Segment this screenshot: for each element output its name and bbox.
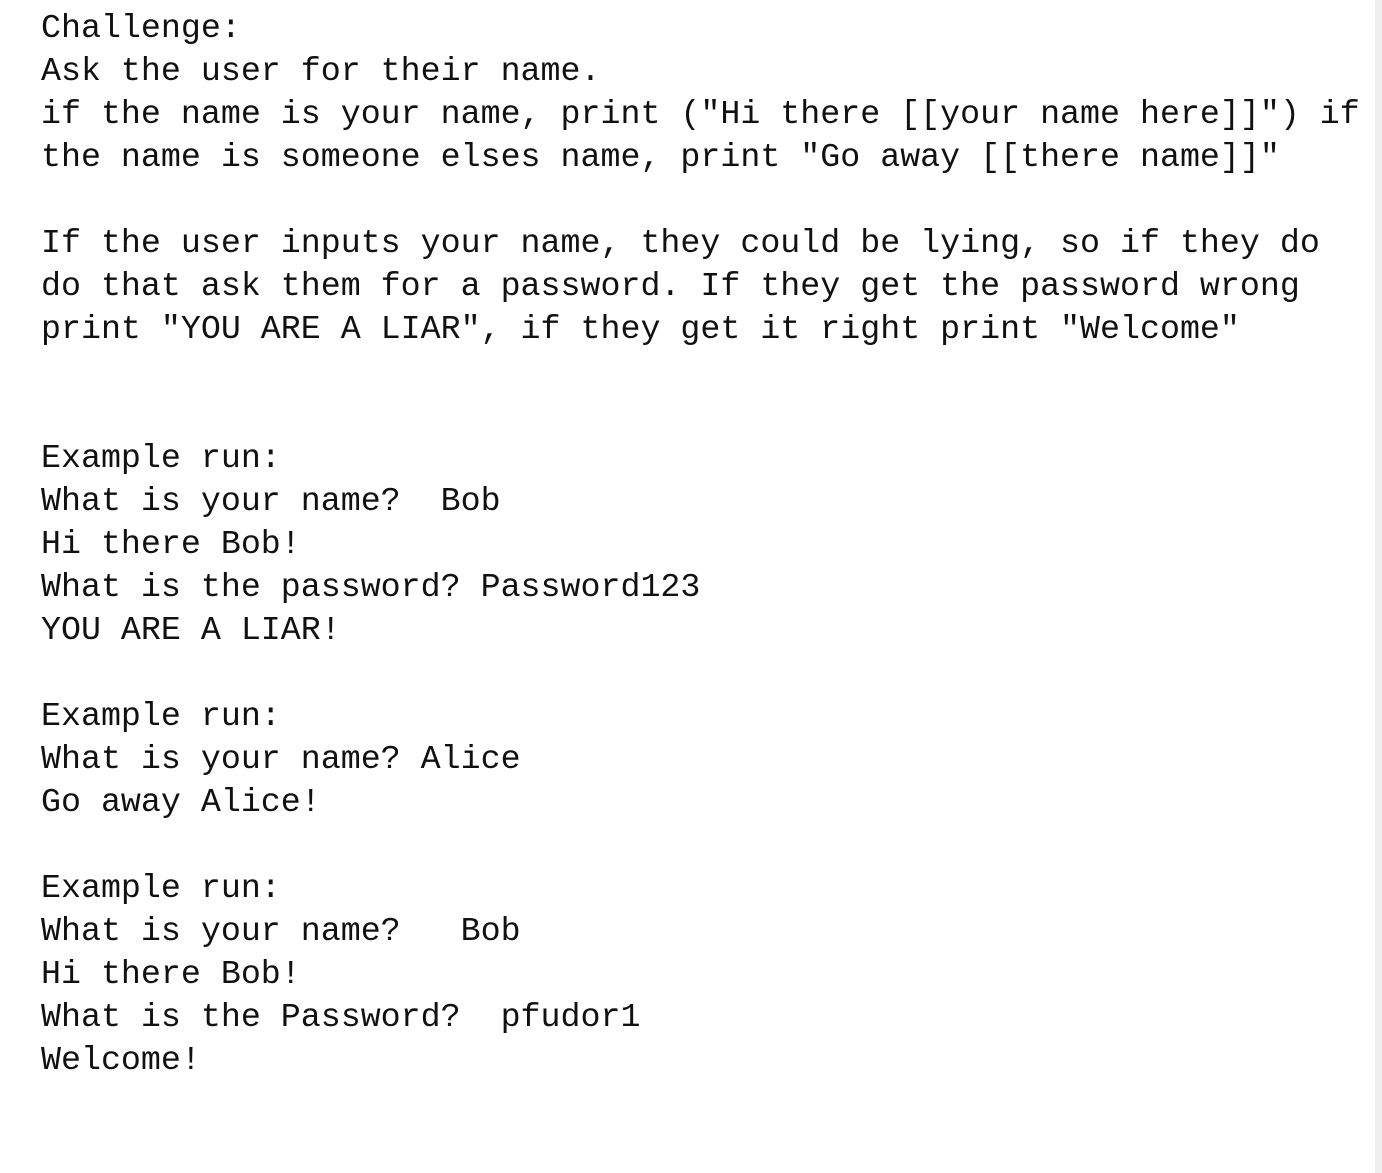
text-line: Hi there Bob! [41, 525, 301, 563]
text-line: do that ask them for a password. If they… [41, 267, 1300, 305]
text-line: What is the password? Password123 [41, 568, 701, 606]
text-line: YOU ARE A LIAR! [41, 611, 341, 649]
text-line: Example run: [41, 869, 281, 907]
text-line: What is your name? Alice [41, 740, 521, 778]
text-line: if the name is your name, print ("Hi the… [41, 95, 1360, 133]
text-line: Example run: [41, 439, 281, 477]
document-text: Challenge: Ask the user for their name. if… [41, 7, 1375, 1082]
text-line: Welcome! [41, 1041, 201, 1079]
text-line: Ask the user for their name. [41, 52, 601, 90]
text-line: What is your name? Bob [41, 912, 521, 950]
text-line: Hi there Bob! [41, 955, 301, 993]
text-line: Go away Alice! [41, 783, 321, 821]
text-line: What is your name? Bob [41, 482, 501, 520]
text-line: the name is someone elses name, print "G… [41, 138, 1280, 176]
text-line: print "YOU ARE A LIAR", if they get it r… [41, 310, 1240, 348]
text-line: What is the Password? pfudor1 [41, 998, 641, 1036]
text-line: Challenge: [41, 9, 241, 47]
text-line: If the user inputs your name, they could… [41, 224, 1320, 262]
text-line: Example run: [41, 697, 281, 735]
scrollbar[interactable] [1375, 0, 1382, 1173]
